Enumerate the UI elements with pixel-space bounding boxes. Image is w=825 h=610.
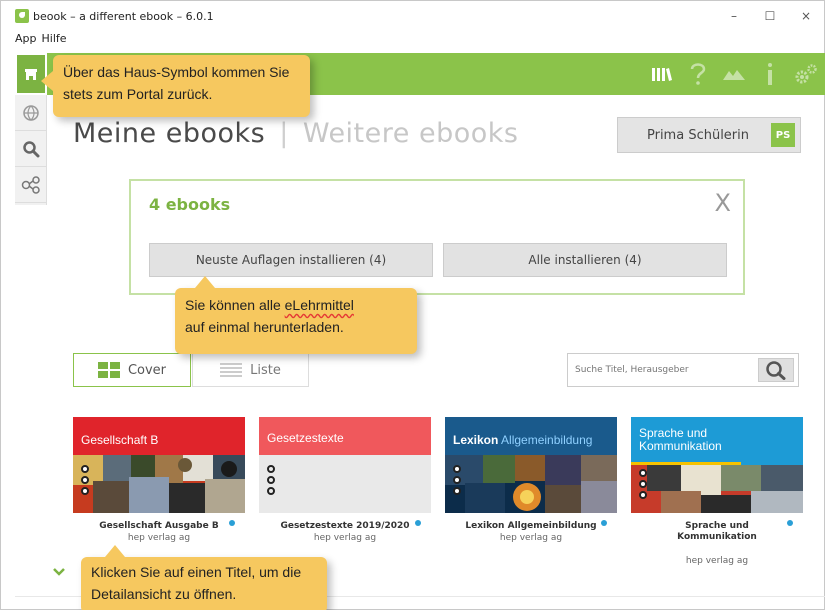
book-cover-image bbox=[631, 465, 803, 513]
book-cover-title-wrap: Lexikon Allgemeinbildung bbox=[445, 417, 617, 455]
book-cover-title: Sprache und Kommunikation bbox=[631, 417, 741, 465]
info-icon bbox=[768, 63, 772, 85]
install-all-button[interactable]: Alle installieren (4) bbox=[443, 243, 727, 277]
tooltip-download: Sie können alle eLehrmittel auf einmal h… bbox=[175, 276, 417, 354]
close-panel-button[interactable]: X bbox=[715, 189, 731, 217]
view-cover-label: Cover bbox=[127, 362, 167, 378]
help-icon bbox=[690, 63, 706, 85]
book-cover-title: Lexikon bbox=[453, 433, 499, 447]
book-cover-title: Gesellschaft B bbox=[81, 433, 159, 447]
book-cover-subtitle: Allgemeinbildung bbox=[501, 433, 593, 447]
tab-more-ebooks[interactable]: Weitere ebooks bbox=[303, 118, 519, 149]
tab-separator: | bbox=[279, 118, 289, 149]
hep-logo bbox=[81, 465, 90, 498]
book-cover-gesellschaft[interactable]: Gesellschaft B bbox=[73, 417, 245, 513]
sidebar-item-share[interactable] bbox=[15, 167, 47, 203]
book-cover-image bbox=[445, 455, 617, 513]
user-name: Prima Schülerin bbox=[646, 127, 749, 143]
book-title[interactable]: Sprache und Kommunikation bbox=[631, 521, 803, 543]
avatar: PS bbox=[771, 123, 795, 147]
help-button[interactable] bbox=[680, 53, 716, 95]
hep-logo bbox=[639, 469, 648, 502]
book-title[interactable]: Gesetzestexte 2019/2020 bbox=[259, 521, 431, 532]
search-box bbox=[567, 353, 799, 387]
toolbar-icons bbox=[644, 53, 824, 95]
globe-icon bbox=[23, 104, 39, 121]
share-icon bbox=[21, 175, 40, 194]
view-cover-button[interactable]: Cover bbox=[73, 353, 191, 387]
tooltip-download-text-2: auf einmal herunterladen. bbox=[185, 319, 344, 335]
book-title[interactable]: Lexikon Allgemeinbildung bbox=[445, 521, 617, 532]
menu-item-hilfe[interactable]: Hilfe bbox=[42, 32, 67, 48]
chevron-down-icon[interactable] bbox=[51, 564, 67, 580]
sidebar bbox=[15, 95, 47, 205]
grid-icon bbox=[97, 362, 120, 378]
window-controls: – ☐ × bbox=[716, 1, 824, 31]
info-button[interactable] bbox=[752, 53, 788, 95]
book-cover-gesetzestexte[interactable]: Gesetzestexte bbox=[259, 417, 431, 513]
ebook-count: 4 ebooks bbox=[149, 195, 231, 214]
tooltip-download-word: eLehrmittel bbox=[284, 297, 354, 313]
search-input[interactable] bbox=[569, 355, 755, 385]
menu-item-app[interactable]: App bbox=[15, 32, 37, 48]
book-cover-lexikon[interactable]: Lexikon Allgemeinbildung bbox=[445, 417, 617, 513]
book-cover-image bbox=[259, 455, 431, 513]
search-icon bbox=[23, 140, 40, 157]
sidebar-item-globe[interactable] bbox=[15, 95, 47, 131]
book-publisher: hep verlag ag bbox=[685, 556, 749, 566]
beook-app-icon bbox=[15, 9, 29, 23]
home-icon bbox=[25, 69, 37, 80]
sidebar-item-search[interactable] bbox=[15, 131, 47, 167]
book-publisher: hep verlag ag bbox=[127, 533, 191, 543]
close-window-button[interactable]: × bbox=[788, 1, 824, 31]
settings-icon bbox=[795, 64, 817, 84]
install-newest-button[interactable]: Neuste Auflagen installieren (4) bbox=[149, 243, 433, 277]
maximize-button[interactable]: ☐ bbox=[752, 1, 788, 31]
landscape-button[interactable] bbox=[716, 53, 752, 95]
book-cover-image bbox=[73, 455, 245, 513]
ebook-install-panel: 4 ebooks X Neuste Auflagen installieren … bbox=[129, 179, 745, 295]
landscape-icon bbox=[723, 70, 745, 80]
tooltip-home: Über das Haus-Symbol kommen Sie stets zu… bbox=[41, 55, 310, 117]
tooltip-download-text-1: Sie können alle bbox=[185, 297, 285, 313]
tooltip-detail: Klicken Sie auf einen Titel, um die Deta… bbox=[81, 545, 327, 610]
page-tabs: Meine ebooks | Weitere ebooks bbox=[73, 118, 518, 149]
settings-button[interactable] bbox=[788, 53, 824, 95]
title-bar: beook – a different ebook – 6.0.1 – ☐ × bbox=[1, 1, 824, 31]
view-list-button[interactable]: Liste bbox=[192, 353, 309, 387]
list-icon bbox=[220, 363, 243, 377]
view-list-label: Liste bbox=[250, 362, 281, 378]
menu-bar: App Hilfe bbox=[1, 32, 72, 48]
search-icon bbox=[766, 361, 786, 380]
user-button[interactable]: Prima Schülerin PS bbox=[617, 117, 801, 153]
book-title[interactable]: Gesellschaft Ausgabe B bbox=[73, 521, 245, 532]
library-button[interactable] bbox=[644, 53, 680, 95]
search-button[interactable] bbox=[758, 358, 794, 382]
window-title: beook – a different ebook – 6.0.1 bbox=[33, 9, 214, 23]
book-cover-sprache[interactable]: Sprache und Kommunikation bbox=[631, 417, 803, 513]
book-cover-title: Gesetzestexte bbox=[259, 417, 431, 455]
tab-my-ebooks[interactable]: Meine ebooks bbox=[73, 118, 265, 149]
hep-logo bbox=[453, 465, 462, 498]
hep-logo bbox=[267, 465, 276, 498]
book-publisher: hep verlag ag bbox=[313, 533, 377, 543]
library-icon bbox=[652, 68, 672, 81]
minimize-button[interactable]: – bbox=[716, 1, 752, 31]
book-publisher: hep verlag ag bbox=[499, 533, 563, 543]
app-window: beook – a different ebook – 6.0.1 – ☐ × … bbox=[0, 0, 825, 610]
